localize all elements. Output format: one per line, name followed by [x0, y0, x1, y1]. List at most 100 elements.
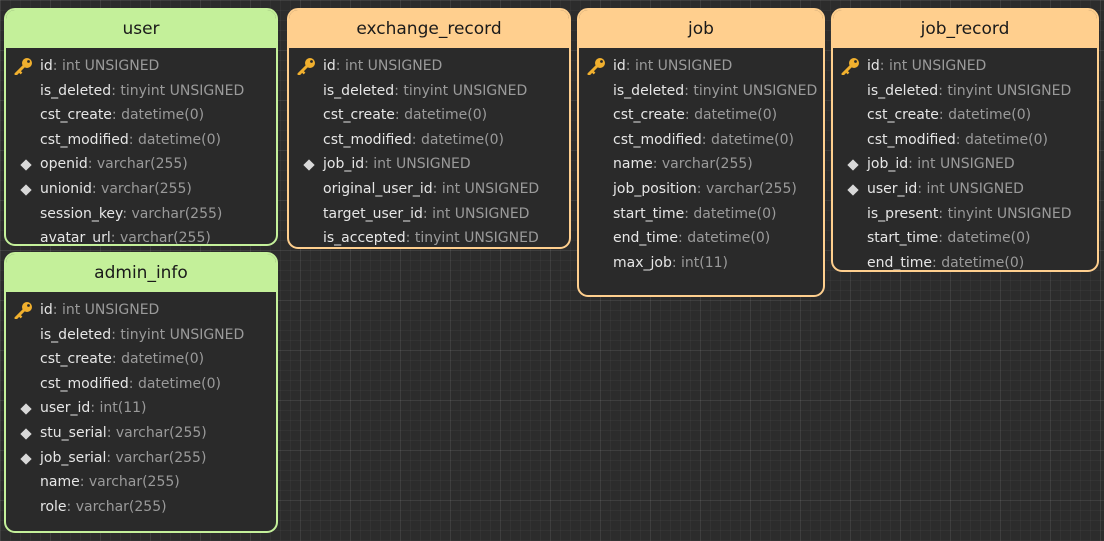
field-type: int UNSIGNED [926, 180, 1024, 197]
field-type: datetime(0) [948, 107, 1032, 124]
field-name: end_time [867, 254, 933, 271]
diagram-canvas[interactable]: user id: int UNSIGNED is_deleted: tinyint … [0, 0, 1104, 541]
field-row[interactable]: unionid: varchar(255) [6, 177, 276, 202]
field-row[interactable]: job_serial: varchar(255) [6, 446, 276, 471]
field-list: id: int UNSIGNED is_deleted: tinyint UNSI… [289, 48, 569, 247]
field-name: is_deleted [40, 326, 112, 343]
table-admin-info[interactable]: admin_info id: int UNSIGNED is_deleted: ti… [4, 252, 278, 533]
field-separator: : [111, 326, 121, 343]
field-row[interactable]: cst_modified: datetime(0) [289, 128, 569, 153]
field-row[interactable]: is_deleted: tinyint UNSIGNED [833, 79, 1097, 104]
field-name: session_key [40, 205, 123, 222]
field-name: cst_create [40, 351, 112, 368]
field-separator: : [111, 82, 121, 99]
field-row[interactable]: cst_create: datetime(0) [579, 103, 823, 128]
field-row[interactable]: cst_modified: datetime(0) [6, 372, 276, 397]
primary-key-icon [13, 57, 35, 76]
field-name: user_id [40, 400, 91, 417]
field-list: id: int UNSIGNED is_deleted: tinyint UNSI… [6, 48, 276, 244]
field-type: int UNSIGNED [344, 58, 443, 74]
field-row[interactable]: is_present: tinyint UNSIGNED [833, 202, 1097, 227]
field-row[interactable]: avatar_url: varchar(255) [6, 226, 276, 244]
field-row[interactable]: job_id: int UNSIGNED [833, 152, 1097, 177]
field-name: start_time [867, 230, 939, 247]
field-row[interactable]: cst_create: datetime(0) [6, 103, 276, 128]
field-type: varchar(255) [705, 180, 797, 197]
table-title[interactable]: job_record [833, 10, 1097, 48]
field-separator: : [908, 156, 918, 173]
field-row[interactable]: cst_create: datetime(0) [6, 347, 276, 372]
field-row[interactable]: id: int UNSIGNED [6, 298, 276, 323]
field-name: target_user_id [323, 205, 423, 222]
field-row[interactable]: id: int UNSIGNED [833, 54, 1097, 79]
field-row[interactable]: cst_create: datetime(0) [289, 103, 569, 128]
index-diamond-icon [20, 452, 32, 465]
field-type: datetime(0) [404, 107, 488, 124]
field-type: tinyint UNSIGNED [947, 205, 1072, 222]
field-separator: : [364, 156, 374, 173]
table-job-record[interactable]: job_record id: int UNSIGNED is_deleted: ti… [831, 8, 1099, 272]
field-row[interactable]: cst_modified: datetime(0) [833, 128, 1097, 153]
field-name: end_time [613, 230, 679, 247]
field-row[interactable]: job_id: int UNSIGNED [289, 152, 569, 177]
field-row[interactable]: is_deleted: tinyint UNSIGNED [6, 323, 276, 348]
field-name: id [613, 58, 626, 74]
field-row[interactable]: original_user_id: int UNSIGNED [289, 177, 569, 202]
field-row[interactable]: start_time: datetime(0) [579, 202, 823, 227]
table-title[interactable]: exchange_record [289, 10, 569, 48]
field-type: datetime(0) [420, 131, 504, 148]
field-row[interactable]: target_user_id: int UNSIGNED [289, 202, 569, 227]
field-row[interactable]: session_key: varchar(255) [6, 202, 276, 227]
field-name: is_accepted [323, 230, 406, 247]
table-exchange-record[interactable]: exchange_record id: int UNSIGNED is_delete… [287, 8, 571, 249]
field-separator: : [938, 205, 948, 222]
table-title[interactable]: user [6, 10, 276, 48]
field-row[interactable]: role: varchar(255) [6, 495, 276, 520]
field-row[interactable]: cst_modified: datetime(0) [6, 128, 276, 153]
field-row[interactable]: id: int UNSIGNED [579, 54, 823, 79]
field-row[interactable]: job_position: varchar(255) [579, 177, 823, 202]
field-row[interactable]: end_time: datetime(0) [579, 226, 823, 251]
field-row[interactable]: id: int UNSIGNED [6, 54, 276, 79]
field-name: job_serial [40, 449, 107, 466]
field-row[interactable]: is_accepted: tinyint UNSIGNED [289, 226, 569, 247]
field-row[interactable]: name: varchar(255) [579, 152, 823, 177]
field-row[interactable]: user_id: int(11) [6, 396, 276, 421]
primary-key-icon [840, 57, 862, 76]
field-type: int UNSIGNED [917, 156, 1015, 173]
field-name: openid [40, 156, 88, 173]
field-name: stu_serial [40, 424, 107, 441]
field-row[interactable]: name: varchar(255) [6, 470, 276, 495]
field-separator: : [91, 180, 102, 197]
field-type: varchar(255) [101, 180, 192, 197]
field-row[interactable]: is_deleted: tinyint UNSIGNED [6, 79, 276, 104]
field-row[interactable]: user_id: int UNSIGNED [833, 177, 1097, 202]
field-row[interactable]: cst_modified: datetime(0) [579, 128, 823, 153]
field-row[interactable]: id: int UNSIGNED [289, 54, 569, 79]
field-separator: : [879, 58, 889, 74]
field-name: cst_modified [613, 131, 702, 148]
field-type: varchar(255) [131, 205, 223, 222]
field-name: cst_create [867, 107, 939, 124]
field-separator: : [52, 302, 62, 318]
field-name: original_user_id [323, 180, 433, 197]
field-separator: : [625, 58, 635, 74]
field-row[interactable]: end_time: datetime(0) [833, 251, 1097, 271]
field-separator: : [106, 424, 116, 441]
field-separator: : [79, 474, 89, 491]
table-job[interactable]: job id: int UNSIGNED is_deleted: tinyint U… [577, 8, 825, 297]
field-row[interactable]: max_job: int(11) [579, 251, 823, 276]
field-type: tinyint UNSIGNED [414, 230, 539, 247]
field-row[interactable]: is_deleted: tinyint UNSIGNED [289, 79, 569, 104]
field-row[interactable]: cst_create: datetime(0) [833, 103, 1097, 128]
field-separator: : [128, 375, 138, 392]
field-row[interactable]: start_time: datetime(0) [833, 226, 1097, 251]
field-row[interactable]: stu_serial: varchar(255) [6, 421, 276, 446]
field-row[interactable]: is_deleted: tinyint UNSIGNED [579, 79, 823, 104]
table-title[interactable]: admin_info [6, 254, 276, 292]
table-title[interactable]: job [579, 10, 823, 48]
field-row[interactable]: openid: varchar(255) [6, 152, 276, 177]
field-name: role [40, 498, 67, 515]
field-separator: : [111, 107, 122, 124]
table-user[interactable]: user id: int UNSIGNED is_deleted: tinyint … [4, 8, 278, 246]
